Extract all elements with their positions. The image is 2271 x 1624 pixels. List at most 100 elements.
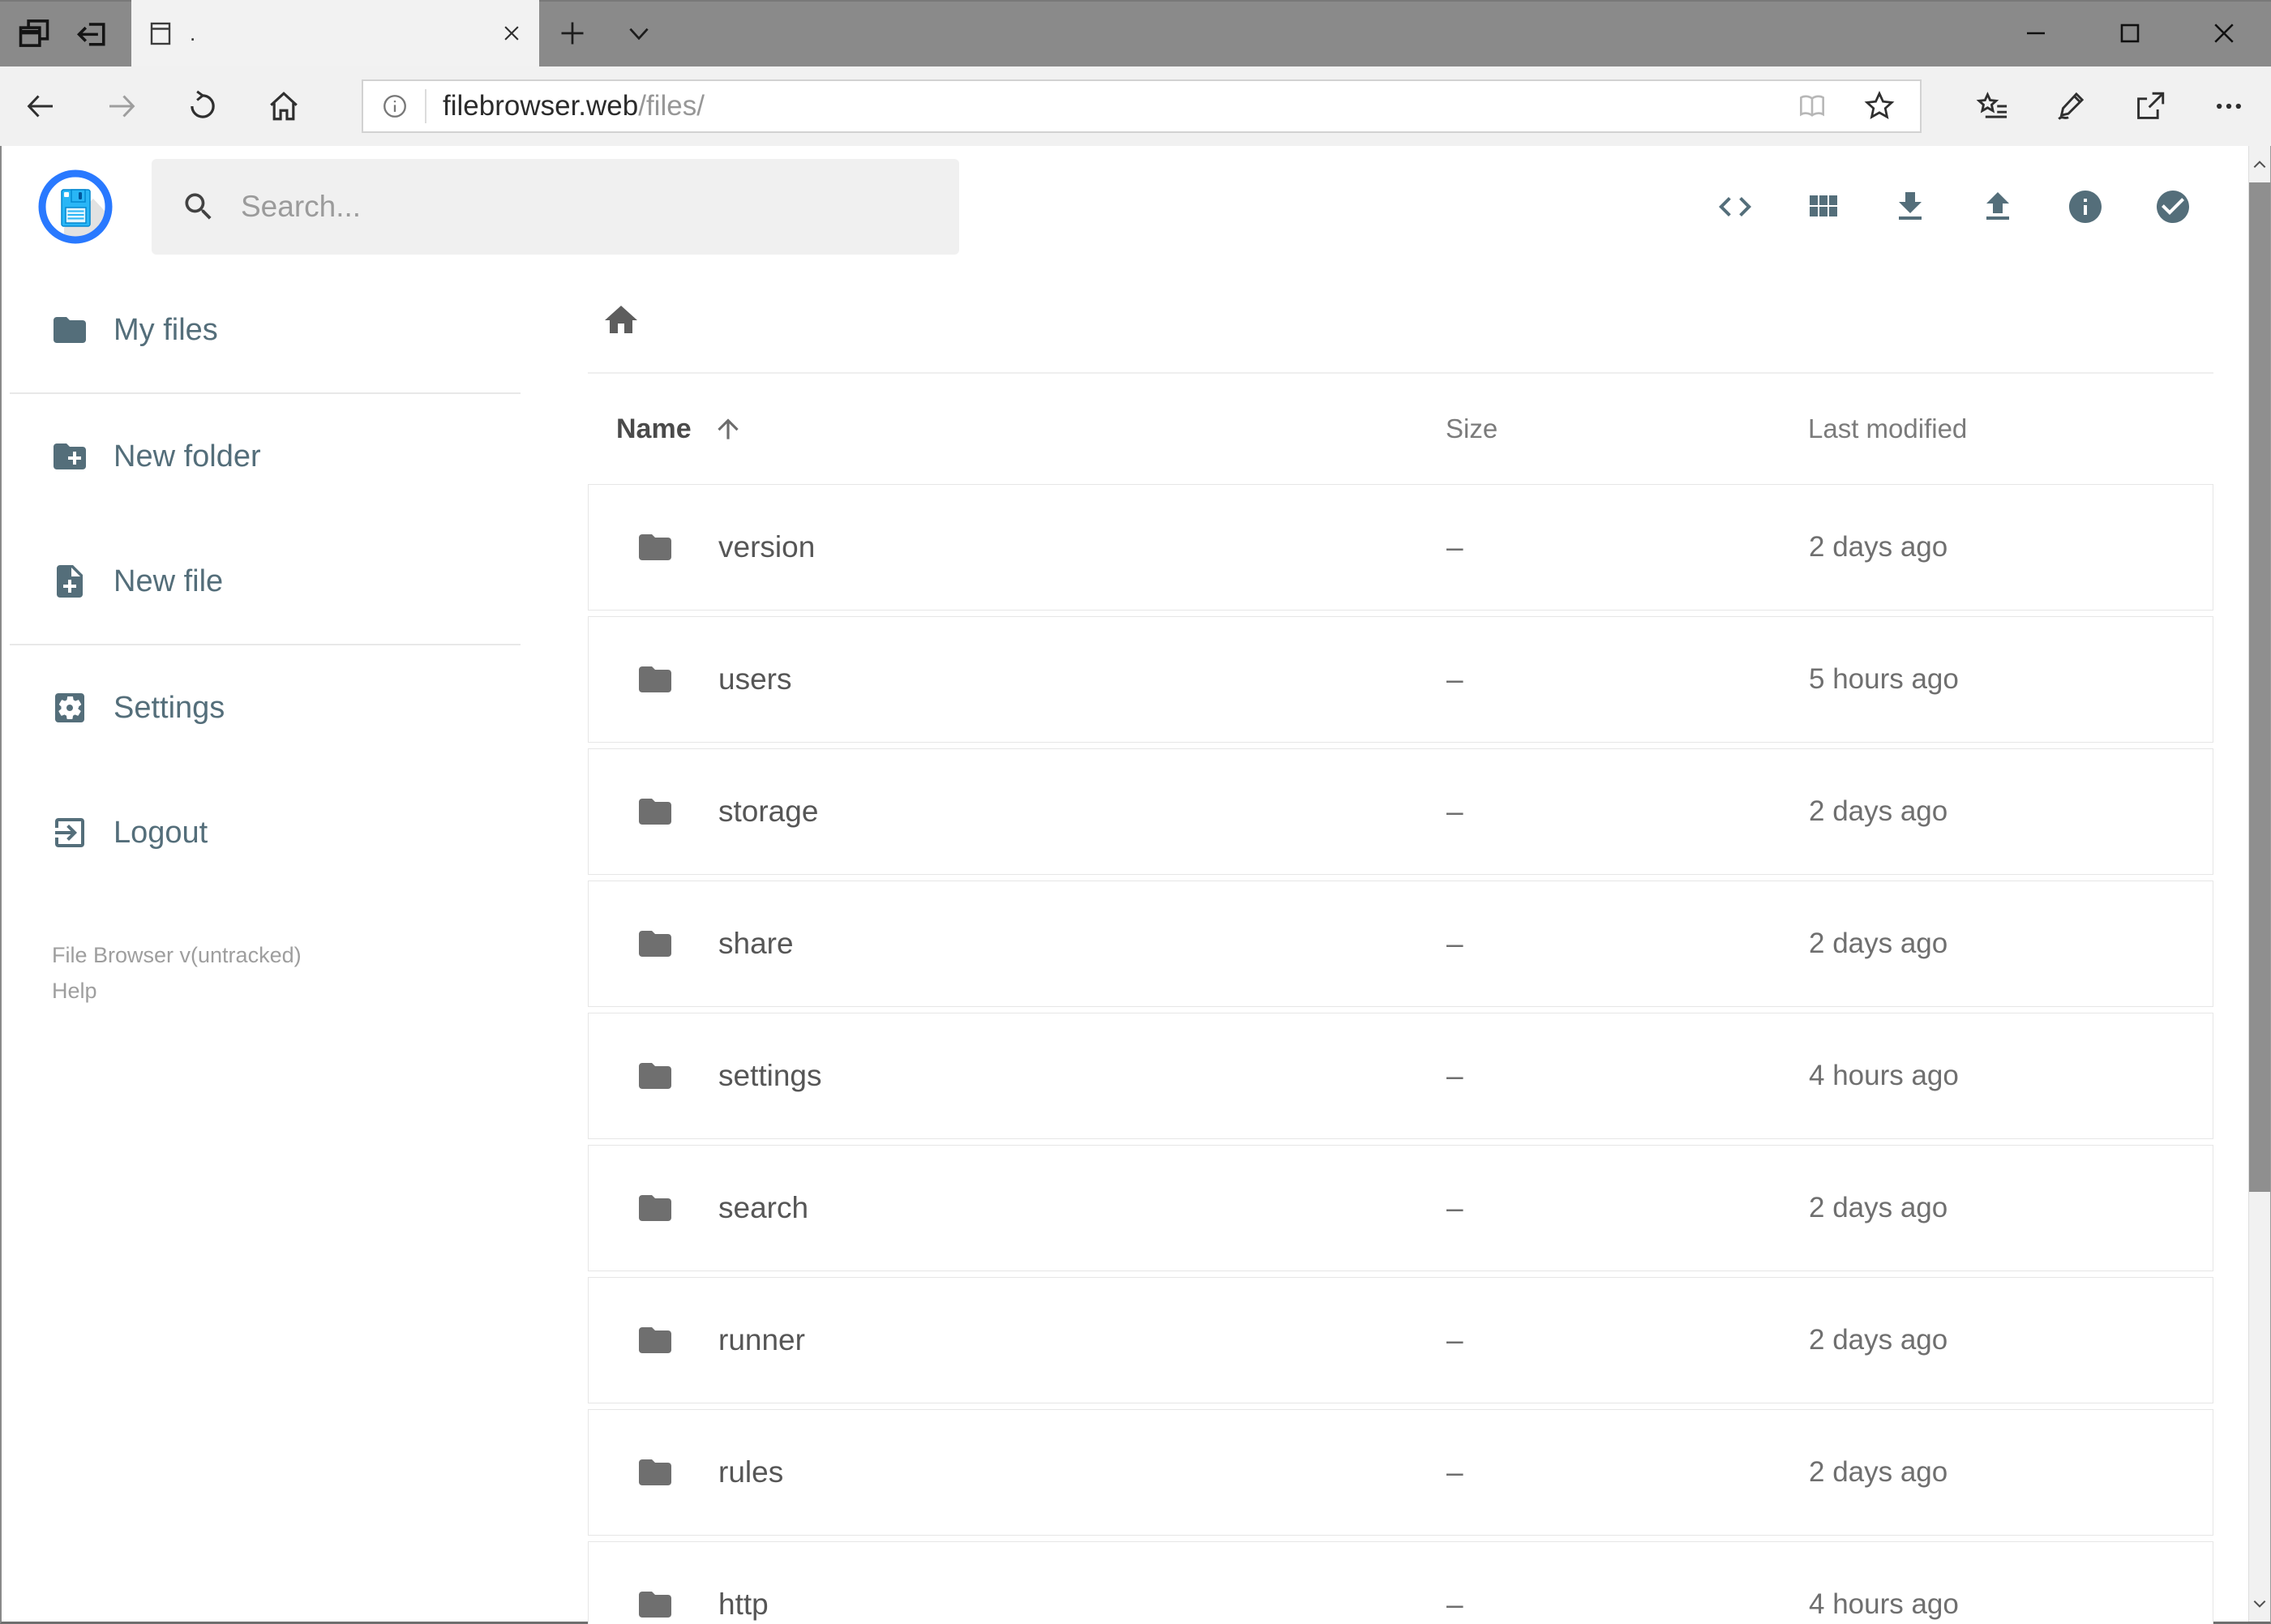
folder-icon	[636, 660, 675, 699]
file-size: –	[1446, 1588, 1463, 1621]
search-box[interactable]	[152, 159, 959, 255]
web-note-pen-icon[interactable]	[2032, 66, 2110, 146]
table-row[interactable]: storage – 2 days ago	[588, 748, 2213, 875]
file-modified: 4 hours ago	[1809, 1588, 1959, 1620]
help-link[interactable]: Help	[52, 973, 97, 1009]
file-name: search	[718, 1191, 809, 1224]
scrollbar-thumb[interactable]	[2249, 182, 2270, 1192]
hub-favorites-icon[interactable]	[1953, 66, 2032, 146]
file-size: –	[1446, 927, 1463, 960]
more-options-icon[interactable]	[2189, 66, 2268, 146]
table-row[interactable]: search – 2 days ago	[588, 1145, 2213, 1271]
file-size: –	[1446, 662, 1463, 696]
search-input[interactable]	[241, 190, 906, 224]
search-icon	[181, 189, 216, 225]
tab-page-icon	[148, 20, 174, 46]
forward-button[interactable]	[81, 66, 162, 146]
file-modified: 2 days ago	[1809, 1324, 1948, 1356]
info-icon[interactable]	[2042, 154, 2129, 259]
share-icon[interactable]	[2110, 66, 2189, 146]
scroll-down-icon[interactable]	[2249, 1585, 2270, 1622]
file-modified: 2 days ago	[1809, 928, 1948, 959]
folder-icon	[636, 1585, 675, 1624]
file-listing: Name Size Last modified version – 2 days…	[537, 268, 2270, 1624]
minimize-button[interactable]	[1989, 0, 2083, 66]
select-check-icon[interactable]	[2129, 154, 2217, 259]
folder-icon	[636, 1321, 675, 1360]
maximize-button[interactable]	[2083, 0, 2177, 66]
filebrowser-app: My files New folder New file Sett	[0, 146, 2271, 1624]
file-name: settings	[718, 1059, 822, 1092]
column-header-modified[interactable]: Last modified	[1808, 413, 2213, 444]
sidebar-item-label: New file	[114, 563, 224, 598]
table-row[interactable]: share – 2 days ago	[588, 881, 2213, 1007]
sidebar-item-label: My files	[114, 312, 218, 347]
address-separator	[425, 89, 426, 123]
file-modified: 2 days ago	[1809, 1192, 1948, 1223]
folder-icon	[50, 311, 89, 349]
address-bar[interactable]: filebrowser.web/files/	[362, 79, 1922, 133]
column-header-name[interactable]: Name	[616, 413, 692, 445]
home-button[interactable]	[243, 66, 324, 146]
scroll-up-icon[interactable]	[2249, 146, 2270, 182]
file-name: rules	[718, 1455, 784, 1489]
tab-list-dropdown-icon[interactable]	[606, 0, 672, 66]
file-name: http	[718, 1588, 769, 1621]
tab-preview-icon[interactable]	[5, 0, 63, 66]
sort-ascending-icon[interactable]	[713, 413, 743, 444]
site-info-icon[interactable]	[381, 92, 409, 120]
file-name: storage	[718, 795, 819, 828]
tab-close-icon[interactable]	[500, 22, 523, 45]
browser-tab[interactable]: .	[131, 0, 539, 66]
new-folder-icon	[50, 437, 89, 476]
download-icon[interactable]	[1866, 154, 1954, 259]
file-size: –	[1446, 1455, 1463, 1489]
table-row[interactable]: rules – 2 days ago	[588, 1409, 2213, 1536]
raw-view-code-icon[interactable]	[1691, 154, 1779, 259]
table-row[interactable]: runner – 2 days ago	[588, 1277, 2213, 1403]
breadcrumb-home-icon[interactable]	[602, 301, 641, 340]
app-header	[2, 146, 2270, 268]
back-button[interactable]	[0, 66, 81, 146]
sidebar-item-logout[interactable]: Logout	[2, 770, 537, 895]
sidebar-item-settings[interactable]: Settings	[2, 645, 537, 770]
file-modified: 5 hours ago	[1809, 663, 1959, 695]
filebrowser-logo[interactable]	[36, 168, 114, 246]
window-controls	[1989, 0, 2271, 66]
table-row[interactable]: version – 2 days ago	[588, 484, 2213, 611]
folder-icon	[636, 1056, 675, 1095]
header-actions	[1691, 154, 2217, 259]
sidebar-item-new-folder[interactable]: New folder	[2, 394, 537, 519]
set-tabs-aside-icon[interactable]	[63, 0, 122, 66]
table-row[interactable]: users – 5 hours ago	[588, 616, 2213, 743]
grid-view-icon[interactable]	[1779, 154, 1866, 259]
browser-navbar: filebrowser.web/files/	[0, 66, 2271, 146]
close-window-button[interactable]	[2177, 0, 2271, 66]
column-header-size[interactable]: Size	[1446, 413, 1808, 444]
browser-titlebar: .	[0, 0, 2271, 66]
reading-view-icon[interactable]	[1797, 91, 1828, 122]
file-modified: 2 days ago	[1809, 1456, 1948, 1488]
folder-icon	[636, 792, 675, 831]
file-name: share	[718, 927, 794, 960]
url-path: /files/	[638, 90, 705, 122]
file-name: version	[718, 530, 816, 563]
sidebar-item-new-file[interactable]: New file	[2, 519, 537, 644]
upload-icon[interactable]	[1954, 154, 2042, 259]
listing-rows: version – 2 days ago users – 5 hours ago…	[588, 484, 2213, 1624]
new-file-icon	[50, 562, 89, 601]
page-scrollbar[interactable]	[2248, 146, 2270, 1622]
table-row[interactable]: settings – 4 hours ago	[588, 1013, 2213, 1139]
logout-icon	[50, 813, 89, 852]
new-tab-button[interactable]	[539, 0, 606, 66]
folder-icon	[636, 528, 675, 567]
add-favorite-star-icon[interactable]	[1863, 90, 1896, 122]
folder-icon	[636, 924, 675, 963]
table-row[interactable]: http – 4 hours ago	[588, 1541, 2213, 1624]
refresh-button[interactable]	[162, 66, 243, 146]
file-size: –	[1446, 1059, 1463, 1092]
sidebar-footer: File Browser v(untracked) Help	[2, 937, 537, 1009]
sidebar-item-my-files[interactable]: My files	[2, 268, 537, 392]
file-size: –	[1446, 1191, 1463, 1224]
navbar-right-tools	[1953, 66, 2268, 146]
